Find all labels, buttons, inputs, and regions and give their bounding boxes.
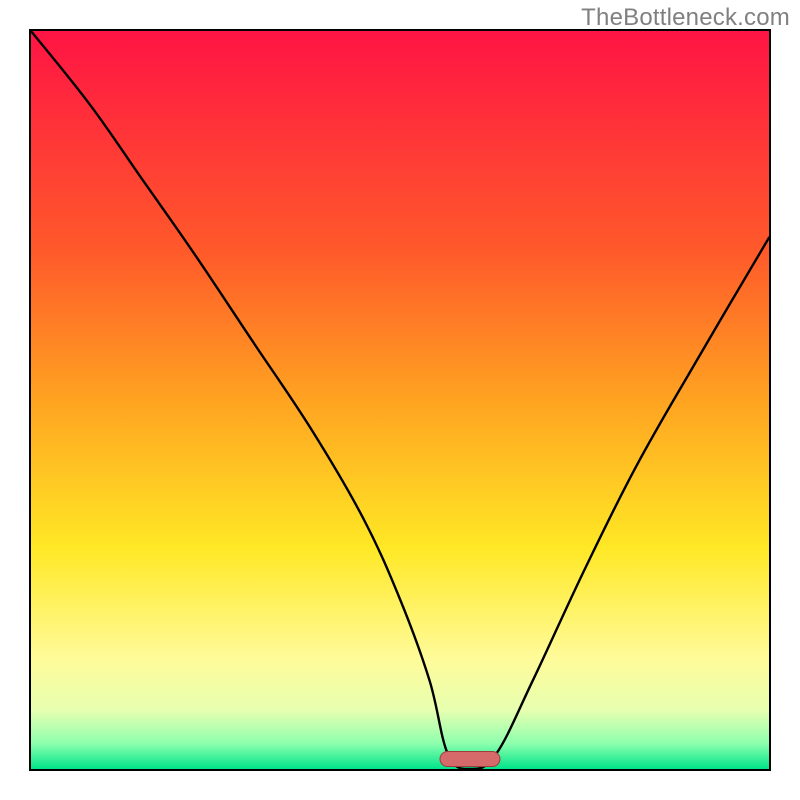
optimal-range-marker	[440, 751, 501, 767]
watermark-text: TheBottleneck.com	[581, 4, 790, 32]
plot-area	[29, 29, 771, 771]
bottleneck-curve	[29, 29, 771, 771]
chart-stage: TheBottleneck.com	[0, 0, 800, 800]
